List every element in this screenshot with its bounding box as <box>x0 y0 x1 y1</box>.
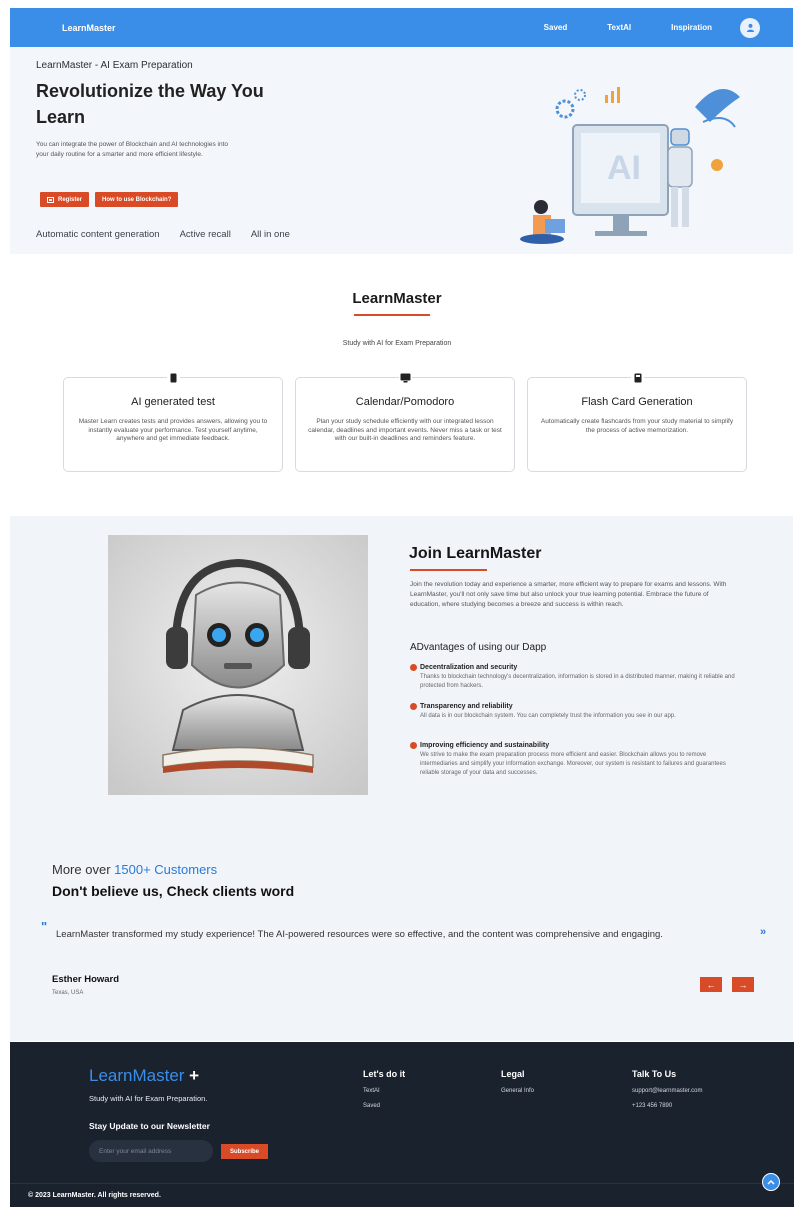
feature-card-ai-test[interactable]: AI generated test Master Learn creates t… <box>63 371 283 472</box>
join-title: Join LearnMaster <box>409 545 542 562</box>
arrow-left-icon: ← <box>706 979 716 990</box>
footer-logo[interactable]: LearnMaster + <box>89 1066 199 1086</box>
advantages-title: ADvantages of using our Dapp <box>410 642 547 653</box>
features-title: LearnMaster <box>352 290 442 307</box>
feature-card-title: AI generated test <box>131 396 215 408</box>
footer-logo-text: LearnMaster <box>89 1066 185 1085</box>
advantage-title: Improving efficiency and sustainability <box>420 742 550 749</box>
bullet-icon <box>410 703 417 710</box>
nav-link-inspiration[interactable]: Inspiration <box>671 23 712 32</box>
newsletter-email-input[interactable] <box>89 1140 213 1162</box>
copyright-text: © 2023 LearnMaster. All rights reserved. <box>28 1192 161 1199</box>
brand-logo[interactable]: LearnMaster <box>62 23 116 33</box>
advantage-title: Transparency and reliability <box>420 703 513 710</box>
hero-tags: Automatic content generation Active reca… <box>36 229 310 240</box>
newsletter-title: Stay Update to our Newsletter <box>89 1121 210 1131</box>
register-icon <box>47 196 54 203</box>
testimonials-heading: Don't believe us, Check clients word <box>52 883 295 899</box>
customer-count-highlight: 1500+ Customers <box>114 862 218 877</box>
advantage-body: We strive to make the exam preparation p… <box>420 752 726 776</box>
footer-col-talk-to-us: Talk To Us support@learnmaster.com +123 … <box>632 1069 702 1109</box>
register-label: Register <box>58 196 83 203</box>
illustration-ai-text: AI <box>607 149 641 187</box>
subscribe-button[interactable]: Subscribe <box>221 1144 269 1159</box>
next-testimonial-button[interactable]: → <box>732 977 754 992</box>
feature-card-desc: Automatically create flashcards from you… <box>540 418 734 434</box>
footer-link-general-info[interactable]: General Info <box>501 1088 534 1094</box>
quote-close-icon: » <box>760 926 767 938</box>
feature-card-title: Calendar/Pomodoro <box>355 396 455 408</box>
hero-buttons: Register How to use Blockchain? <box>40 192 184 207</box>
footer-phone-link[interactable]: +123 456 7890 <box>632 1103 702 1109</box>
hero-kicker: LearnMaster - AI Exam Preparation <box>36 60 193 71</box>
monitor-icon <box>399 371 412 384</box>
hero-description: You can integrate the power of Blockchai… <box>36 141 229 158</box>
bullet-icon <box>410 742 417 749</box>
arrow-right-icon: → <box>738 979 748 990</box>
hero-tag: Automatic content generation <box>36 229 160 240</box>
join-title-underline <box>410 569 487 571</box>
feature-card-desc: Plan your study schedule efficiently wit… <box>308 418 502 442</box>
advantage-item: Transparency and reliability All data is… <box>410 703 740 721</box>
footer-col-legal: Legal General Info <box>501 1069 534 1094</box>
advantage-body: All data is in our blockchain system. Yo… <box>420 713 676 719</box>
chevron-up-icon <box>767 1179 775 1185</box>
hero-tag: Active recall <box>179 229 231 240</box>
hero-title: Revolutionize the Way You Learn <box>36 81 264 127</box>
customer-count: More over 1500+ Customers <box>52 862 217 877</box>
testimonial-location: Texas, USA <box>52 990 84 996</box>
join-section: Join LearnMaster Join the revolution tod… <box>10 516 793 1041</box>
user-avatar-button[interactable] <box>740 17 760 38</box>
phone-icon <box>167 371 180 384</box>
robot-reading-book-image <box>108 535 368 795</box>
advantage-item: Decentralization and security Thanks to … <box>410 664 740 691</box>
ai-learning-illustration: AI <box>485 67 755 247</box>
footer-tagline: Study with AI for Exam Preparation. <box>89 1094 208 1103</box>
footer-logo-plus: + <box>189 1066 200 1085</box>
footer-link-saved[interactable]: Saved <box>363 1103 405 1109</box>
hero-tag: All in one <box>250 229 290 240</box>
site-footer: LearnMaster + Study with AI for Exam Pre… <box>10 1042 794 1207</box>
testimonial-quote: LearnMaster transformed my study experie… <box>56 929 663 940</box>
tablet-icon <box>631 371 644 384</box>
footer-col-title: Talk To Us <box>632 1069 677 1079</box>
quote-open-icon: " <box>41 919 48 934</box>
nav-links: Saved TextAI Inspiration <box>544 17 793 38</box>
scroll-to-top-button[interactable] <box>762 1173 780 1191</box>
footer-divider <box>10 1183 794 1184</box>
footer-col-lets-do-it: Let's do it TextAI Saved <box>363 1069 405 1109</box>
feature-card-flashcard[interactable]: Flash Card Generation Automatically crea… <box>527 371 747 472</box>
feature-card-calendar[interactable]: Calendar/Pomodoro Plan your study schedu… <box>295 371 515 472</box>
how-to-use-blockchain-button[interactable]: How to use Blockchain? <box>95 192 179 207</box>
features-subtitle: Study with AI for Exam Preparation <box>342 340 452 347</box>
footer-link-textai[interactable]: TextAI <box>363 1088 405 1094</box>
user-icon <box>746 23 754 32</box>
blockchain-button-label: How to use Blockchain? <box>102 196 172 203</box>
advantage-body: Thanks to blockchain technology's decent… <box>420 674 735 689</box>
features-title-underline <box>354 314 430 316</box>
feature-card-desc: Master Learn creates tests and provides … <box>78 418 268 442</box>
nav-link-saved[interactable]: Saved <box>544 23 568 32</box>
testimonial-author: Esther Howard <box>52 974 120 985</box>
nav-link-textai[interactable]: TextAI <box>607 23 631 32</box>
prev-testimonial-button[interactable]: ← <box>700 977 722 992</box>
bullet-icon <box>410 664 417 671</box>
footer-col-title: Let's do it <box>363 1069 406 1079</box>
register-button[interactable]: Register <box>40 192 90 207</box>
footer-col-title: Legal <box>501 1069 525 1079</box>
advantage-title: Decentralization and security <box>420 664 518 671</box>
join-intro: Join the revolution today and experience… <box>410 581 727 608</box>
feature-card-title: Flash Card Generation <box>581 396 693 408</box>
top-navbar: LearnMaster Saved TextAI Inspiration <box>10 8 793 47</box>
hero-section: LearnMaster - AI Exam Preparation Revolu… <box>10 47 793 254</box>
footer-email-link[interactable]: support@learnmaster.com <box>632 1088 702 1094</box>
advantage-item: Improving efficiency and sustainability … <box>410 742 740 778</box>
customer-count-prefix: More over <box>52 862 111 877</box>
